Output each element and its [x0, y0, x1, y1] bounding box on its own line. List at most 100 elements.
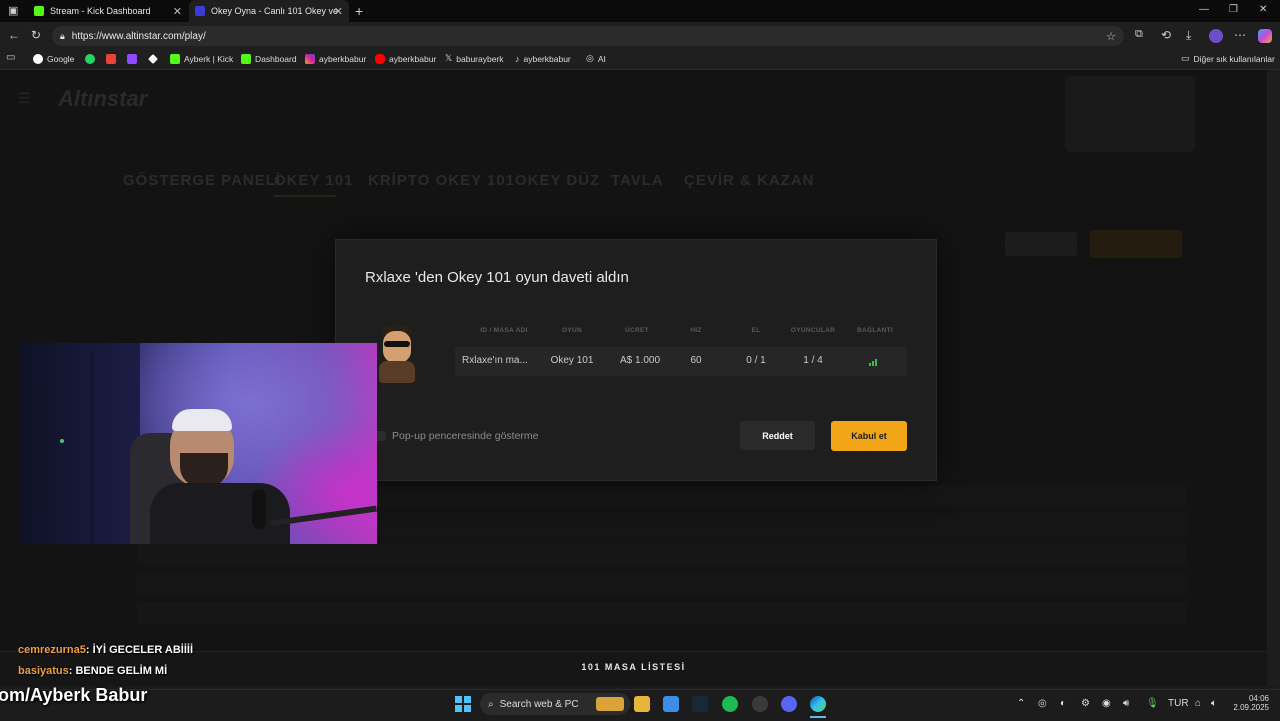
bookmark-ayberk-kick[interactable]: Ayberk | Kick	[170, 51, 233, 66]
nav-okey-duz[interactable]: OKEY DÜZ	[515, 172, 600, 189]
page-scrollbar[interactable]	[1267, 70, 1280, 685]
kick-icon	[241, 53, 251, 64]
altinstar-icon	[195, 6, 205, 16]
accept-button[interactable]: Kabul et	[831, 421, 907, 451]
nav-dashboard[interactable]: GÖSTERGE PANELİ	[123, 172, 281, 189]
bookmark-youtube[interactable]: ayberkbabur	[375, 51, 436, 66]
obs-icon[interactable]	[752, 696, 768, 712]
dont-show-popup-checkbox[interactable]	[376, 431, 386, 441]
other-bookmarks-folder[interactable]: ▭ Diğer sık kullanılanlar	[1181, 51, 1275, 66]
download-icon[interactable]: ⤓	[1186, 28, 1191, 43]
microphone-icon[interactable]: 🎙︎	[1146, 698, 1159, 709]
window-close-button[interactable]: ✕	[1259, 4, 1267, 15]
clock[interactable]: 04:06 2.09.2025	[1233, 694, 1269, 712]
chat-text: : BENDE GELİM Mİ	[68, 665, 168, 677]
kick-icon	[170, 53, 180, 64]
reload-icon[interactable]: ↻	[31, 28, 41, 42]
store-icon[interactable]	[663, 696, 679, 712]
bookmark-x[interactable]: 𝕏baburayberk	[445, 51, 504, 66]
extensions-icon[interactable]: ⧉	[1135, 28, 1143, 41]
nav-spin-win[interactable]: ÇEVİR & KAZAN	[684, 172, 815, 189]
signal-icon	[869, 357, 881, 366]
show-hidden-icons[interactable]: ⌃	[1017, 698, 1025, 709]
nav-tavla[interactable]: TAVLA	[611, 172, 664, 189]
windows-start-icon[interactable]	[455, 696, 471, 712]
history-icon[interactable]: ⟲	[1161, 28, 1171, 42]
network-icon[interactable]: ⌂	[1195, 698, 1201, 709]
profile-avatar[interactable]	[1209, 29, 1223, 43]
table-row[interactable]	[137, 543, 1187, 565]
col-hand: EL	[751, 327, 761, 334]
game-type: Okey 101	[550, 355, 594, 366]
chat-message: basiyatus: BENDE GELİM Mİ	[18, 665, 167, 677]
globe-icon: ◎	[586, 53, 594, 63]
bookmark-dashboard[interactable]: Dashboard	[241, 51, 297, 66]
edge-icon[interactable]	[810, 696, 826, 712]
bookmark-instagram[interactable]: ayberkbabur	[305, 51, 366, 66]
bookmark-tiktok[interactable]: ♪ ayberkbabur	[515, 51, 571, 66]
folder-icon: ▭	[1181, 53, 1190, 63]
tab-okey-oyna[interactable]: Okey Oyna - Canlı 101 Okey ve D ✕	[189, 0, 349, 22]
spotify-icon[interactable]	[722, 696, 738, 712]
star-icon[interactable]: ☆	[1106, 30, 1116, 43]
youtube-icon	[375, 53, 385, 64]
menu-icon[interactable]: ☰	[18, 90, 31, 107]
steam-icon[interactable]	[692, 696, 708, 712]
clock-date: 2.09.2025	[1233, 703, 1269, 712]
create-table-button[interactable]	[1090, 230, 1182, 258]
filter-button[interactable]	[1005, 232, 1077, 256]
stream-overlay-text: om/Ayberk Babur	[0, 685, 148, 705]
file-explorer-icon[interactable]	[634, 696, 650, 712]
close-icon[interactable]: ✕	[334, 5, 343, 18]
bookmark-whatsapp[interactable]	[85, 51, 99, 66]
chat-text: : İYİ GECELER ABİİİİ	[85, 644, 194, 656]
bookmark-gmail[interactable]	[106, 51, 120, 66]
nav-crypto-okey[interactable]: KRİPTO OKEY 101	[368, 172, 515, 189]
table-fee: A$ 1.000	[619, 355, 661, 366]
volume-tray-icon[interactable]: 🔊︎	[1123, 698, 1129, 709]
dont-show-popup-label: Pop-up penceresinde gösterme	[392, 430, 539, 442]
discord-icon[interactable]	[781, 696, 797, 712]
bookmark-twitch[interactable]	[127, 51, 141, 66]
steam-tray-icon[interactable]: ◉	[1102, 698, 1111, 709]
bookmark-app[interactable]	[148, 51, 162, 66]
whatsapp-icon	[85, 53, 95, 64]
reject-button[interactable]: Reddet	[740, 421, 815, 450]
tray-app-icon[interactable]: ⚙	[1081, 698, 1090, 709]
table-speed: 60	[690, 355, 702, 366]
wallet-panel	[1065, 76, 1195, 152]
restore-button[interactable]: ❐	[1229, 4, 1238, 15]
table-row[interactable]	[137, 602, 1187, 624]
nav-active-underline	[274, 195, 336, 197]
active-app-indicator	[810, 716, 826, 718]
tray-app-icon[interactable]: ◐	[1060, 698, 1066, 709]
back-icon[interactable]: ←	[8, 28, 20, 42]
address-bar[interactable]: 🔒︎ https://www.altinstar.com/play/ ☆	[52, 26, 1124, 46]
tiktok-icon: ♪	[515, 53, 520, 64]
new-tab-button[interactable]: +	[355, 3, 363, 19]
copilot-icon[interactable]	[1258, 29, 1272, 43]
minimize-button[interactable]: —	[1199, 4, 1209, 15]
bookmark-ai[interactable]: ◎ AI	[586, 51, 606, 66]
table-row[interactable]	[137, 572, 1187, 594]
site-logo[interactable]: Altınstar	[58, 86, 147, 112]
language-indicator[interactable]: TUR	[1168, 698, 1189, 709]
table-players: 1 / 4	[803, 355, 823, 366]
tab-kick-dashboard[interactable]: Stream - Kick Dashboard ✕	[28, 0, 188, 22]
table-list-title[interactable]: 101 MASA LİSTESİ	[0, 662, 1267, 672]
lock-icon: 🔒︎	[60, 30, 65, 41]
taskbar-search[interactable]: ⌕ Search web & PC	[480, 693, 630, 715]
close-icon[interactable]: ✕	[173, 5, 182, 18]
chat-message: cemrezurna5: İYİ GECELER ABİİİİ	[18, 644, 193, 656]
webcam-overlay	[20, 343, 377, 544]
speaker-icon[interactable]: 🔈︎	[1211, 698, 1217, 709]
col-fee: ÜCRET	[625, 327, 649, 334]
nav-okey-101[interactable]: OKEY 101	[274, 172, 353, 189]
more-menu-icon[interactable]: ⋯	[1234, 28, 1246, 42]
bookmark-google[interactable]: Google	[33, 51, 74, 66]
kick-icon	[34, 6, 44, 16]
search-label: Search web & PC	[499, 698, 579, 710]
tray-app-icon[interactable]: ◎	[1038, 698, 1047, 709]
collections-icon[interactable]: ▭	[6, 52, 15, 63]
tab-actions-icon[interactable]: ▣	[8, 4, 18, 17]
